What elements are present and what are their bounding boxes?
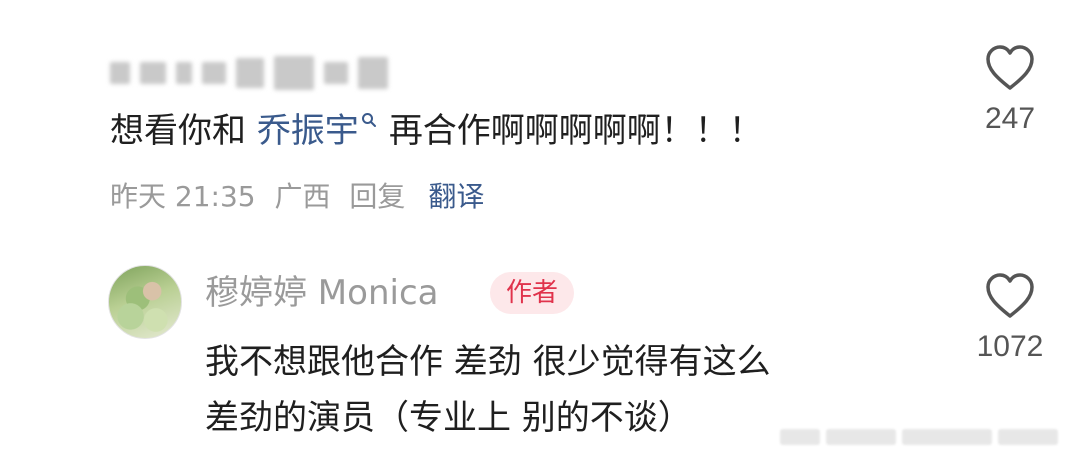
comment-text: 我不想跟他合作 差劲 很少觉得有这么 差劲的演员（专业上 别的不谈）: [205, 334, 771, 446]
author-badge: 作者: [490, 272, 575, 314]
comment-text-prefix: 想看你和: [110, 111, 257, 151]
avatar[interactable]: [108, 265, 182, 339]
comment-text-line: 差劲的演员（专业上 别的不谈）: [205, 398, 692, 438]
watermark: [780, 425, 1080, 449]
like-button[interactable]: 1072: [955, 272, 1065, 364]
search-icon: [361, 113, 376, 127]
author-name[interactable]: 穆婷婷 Monica: [205, 268, 438, 318]
like-count: 247: [984, 102, 1036, 135]
mention-link[interactable]: 乔振宇: [257, 111, 389, 151]
comment-meta: 昨天 21:35 广西 回复 翻译: [110, 175, 494, 219]
reply-button[interactable]: 回复: [349, 180, 405, 213]
heart-outline-icon: [986, 273, 1034, 318]
comment-location: 广西: [274, 180, 331, 213]
like-count: 1072: [976, 330, 1044, 363]
comment-time: 昨天 21:35: [110, 180, 256, 213]
comment-text-suffix: 再合作啊啊啊啊啊！！！: [388, 111, 763, 151]
like-button[interactable]: 247: [955, 44, 1065, 136]
blurred-username[interactable]: [110, 52, 410, 94]
heart-outline-icon: [986, 45, 1034, 90]
comment-text-line: 我不想跟他合作 差劲 很少觉得有这么: [205, 342, 771, 382]
translate-button[interactable]: 翻译: [428, 180, 484, 213]
comment-text: 想看你和 乔振宇 再合作啊啊啊啊啊！！！: [110, 106, 763, 156]
